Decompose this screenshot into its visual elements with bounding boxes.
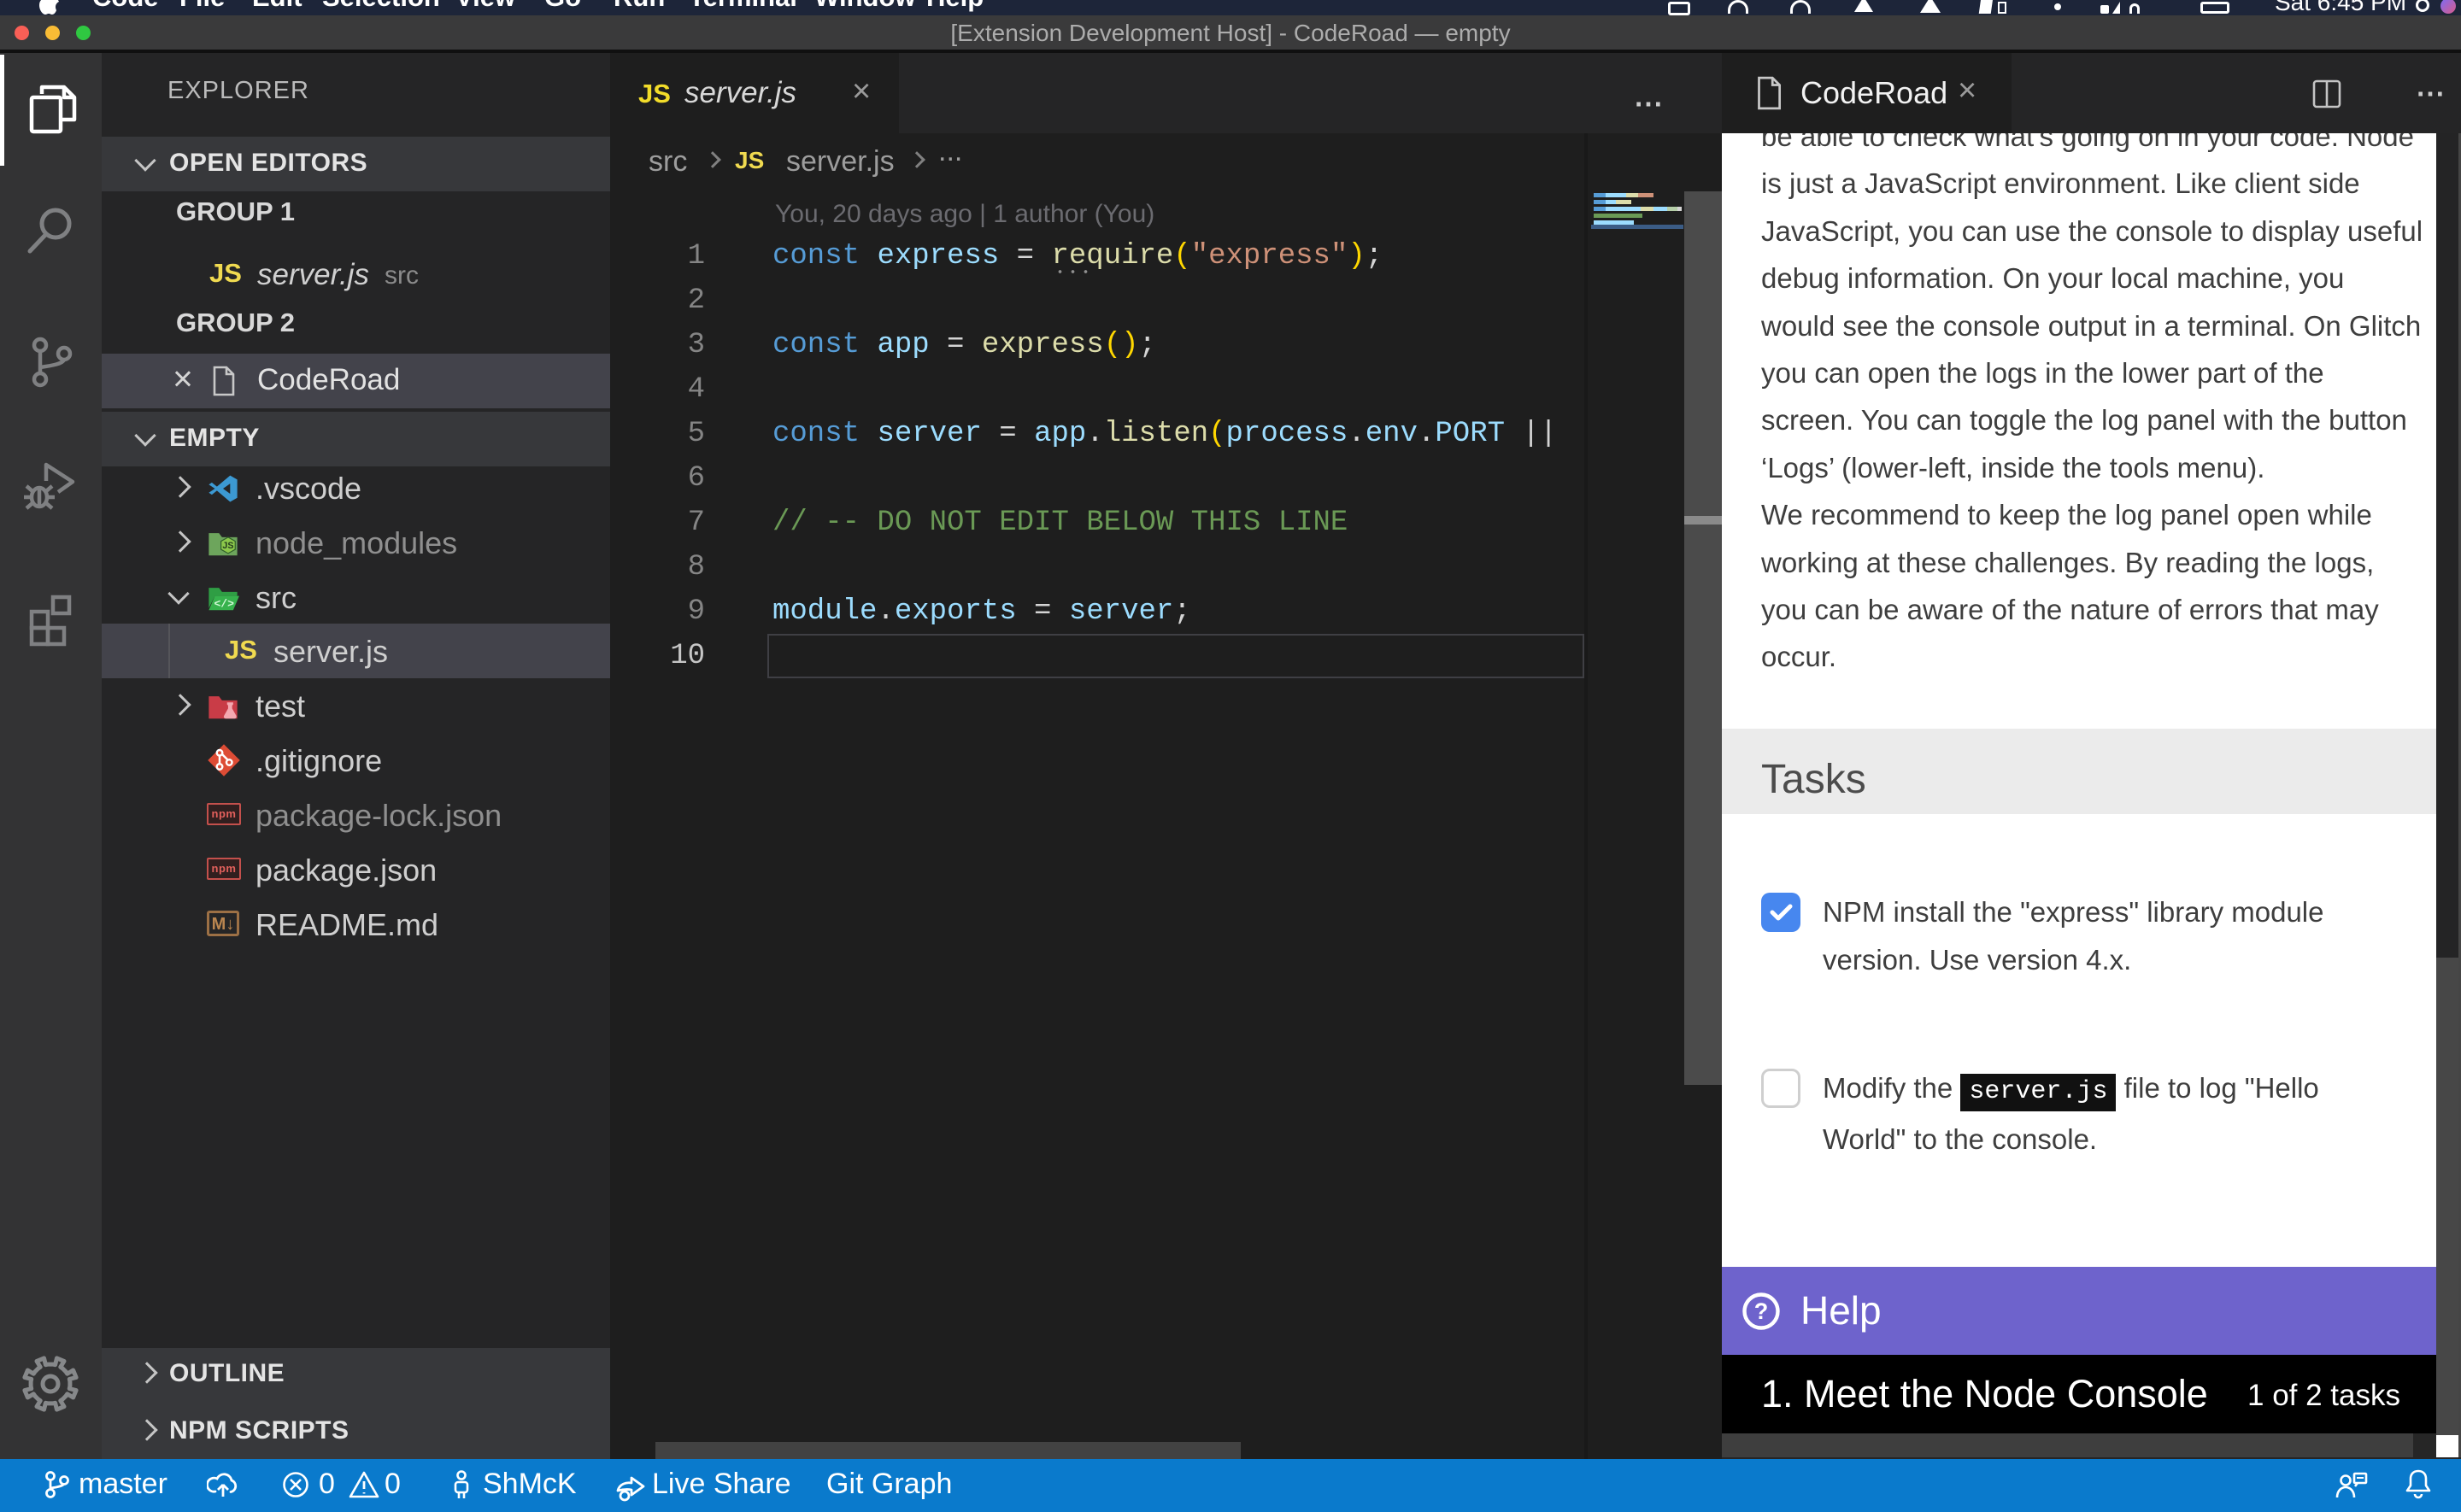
svg-text:JS: JS <box>222 541 233 551</box>
svg-text:?: ? <box>1754 1298 1769 1324</box>
svg-text:</>: </> <box>214 598 234 611</box>
